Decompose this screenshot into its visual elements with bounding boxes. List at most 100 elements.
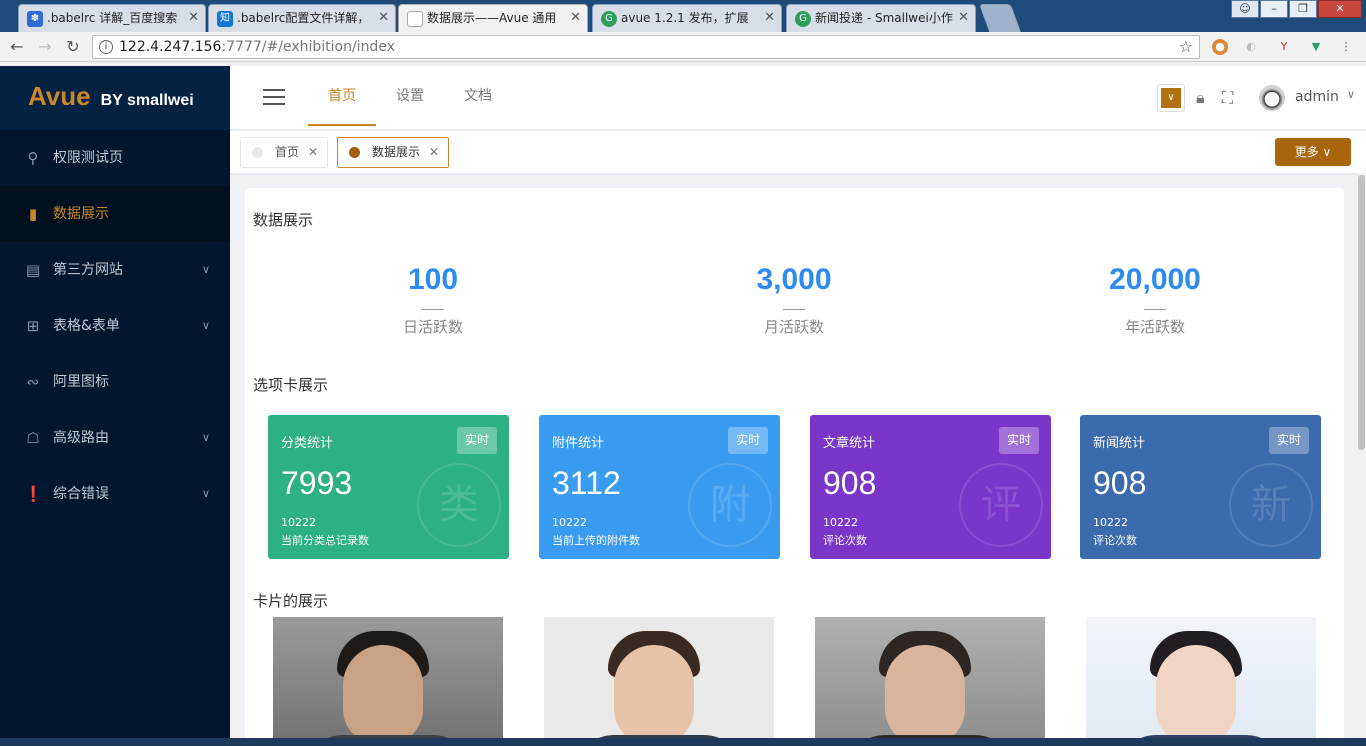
sidebar: Avue BY smallwei ⚲ 权限测试页 ▮ 数据展示 ▤ 第三方网站 ∨… — [0, 66, 230, 746]
theme-picker-button[interactable]: ∨ — [1157, 84, 1185, 112]
chevron-down-icon: ∨ — [201, 487, 210, 500]
maximize-icon[interactable]: ❐ — [1289, 0, 1317, 18]
close-tab-icon[interactable]: ✕ — [958, 5, 969, 31]
watermark-icon: 评 — [959, 463, 1043, 547]
sidebar-item-errors[interactable]: ❗ 综合错误 ∨ — [0, 466, 230, 522]
stat-card-category[interactable]: 分类统计 实时 7993 10222 当前分类总记录数 类 — [268, 415, 509, 559]
top-header: 首页 设置 文档 ∨ 🔒︎ ⛶ admin ∨ — [230, 66, 1366, 130]
browser-tab[interactable]: 知 .babelrc配置文件详解， ✕ — [208, 4, 396, 32]
status-badge: 实时 — [728, 427, 768, 454]
sidebar-item-ali-icons[interactable]: ∾ 阿里图标 — [0, 354, 230, 410]
close-tab-icon[interactable]: ✕ — [378, 5, 389, 31]
oschina-icon: G — [795, 11, 811, 27]
stat-yearly: 20,000 年活跃数 — [1109, 263, 1201, 336]
user-profile-icon[interactable]: ☺ — [1231, 0, 1259, 18]
oschina-icon: G — [601, 11, 617, 27]
browser-tab-strip: ✽ .babelrc 详解_百度搜索 ✕ 知 .babelrc配置文件详解， ✕… — [0, 0, 1366, 33]
browser-tab[interactable]: G 新闻投递 - Smallwei小作 ✕ — [786, 4, 976, 32]
chevron-down-icon: ∨ — [201, 319, 210, 332]
close-icon[interactable]: ✕ — [308, 138, 318, 167]
tags-bar: 首页 ✕ 数据展示 ✕ 更多 ∨ — [230, 131, 1366, 173]
back-icon[interactable]: ← — [6, 37, 28, 57]
tag-data-display[interactable]: 数据展示 ✕ — [337, 137, 450, 168]
status-badge: 实时 — [999, 427, 1039, 454]
tag-home[interactable]: 首页 ✕ — [240, 137, 329, 168]
lock-icon[interactable]: 🔒︎ — [1196, 88, 1205, 108]
yandex-extension-icon[interactable]: Y — [1276, 39, 1292, 55]
nav-tab-settings[interactable]: 设置 — [396, 66, 424, 126]
fullscreen-icon[interactable]: ⛶ — [1222, 88, 1233, 108]
watermark-icon: 附 — [688, 463, 772, 547]
chevron-down-icon: ∨ — [201, 431, 210, 444]
main-content: 数据展示 100 日活跃数 3,000 月活跃数 20,000 年活跃数 选项卡… — [245, 188, 1344, 746]
status-badge: 实时 — [1269, 427, 1309, 454]
window-controls: ☺ – ❐ ✕ — [1230, 0, 1362, 20]
browser-tab[interactable]: G avue 1.2.1 发布，扩展 ✕ — [592, 4, 782, 32]
info-icon[interactable]: i — [99, 40, 113, 54]
error-icon: ❗ — [24, 485, 43, 503]
browser-menu-icon[interactable]: ⋮ — [1338, 39, 1354, 55]
chevron-down-icon: ∨ — [201, 263, 210, 276]
username[interactable]: admin — [1295, 89, 1339, 105]
url-input[interactable]: i 122.4.247.156:7777/#/exhibition/index … — [92, 35, 1200, 59]
menu-toggle-icon[interactable] — [263, 89, 285, 105]
bookmark-star-icon[interactable]: ☆ — [1179, 36, 1193, 58]
profile-photo-card[interactable] — [815, 617, 1045, 746]
close-tab-icon[interactable]: ✕ — [764, 5, 775, 31]
scrollbar-thumb[interactable] — [1358, 175, 1365, 450]
bar-chart-icon: ▮ — [28, 205, 38, 223]
stat-card-attachment[interactable]: 附件统计 实时 3112 10222 当前上传的附件数 附 — [539, 415, 780, 559]
stat-card-news[interactable]: 新闻统计 实时 908 10222 评论次数 新 — [1080, 415, 1321, 559]
page-scrollbar[interactable] — [1357, 173, 1366, 746]
cookie-extension-icon[interactable]: ● — [1212, 39, 1228, 55]
vue-devtools-icon[interactable]: ▼ — [1308, 39, 1324, 55]
os-taskbar — [0, 738, 1366, 746]
section-title: 卡片的展示 — [253, 592, 329, 610]
close-tab-icon[interactable]: ✕ — [570, 5, 581, 31]
chevron-down-icon: ∨ — [1161, 88, 1181, 108]
route-icon: ☖ — [26, 429, 40, 447]
sidebar-item-third-party[interactable]: ▤ 第三方网站 ∨ — [0, 242, 230, 298]
browser-icon: ▤ — [25, 261, 41, 279]
section-title: 数据展示 — [253, 211, 314, 229]
zhihu-icon: 知 — [217, 11, 233, 27]
page-icon — [407, 11, 423, 27]
watermark-icon: 类 — [417, 463, 501, 547]
browser-tab[interactable]: ✽ .babelrc 详解_百度搜索 ✕ — [18, 4, 206, 32]
address-toolbar: ← → ↻ i 122.4.247.156:7777/#/exhibition/… — [0, 32, 1366, 62]
forward-icon[interactable]: → — [34, 37, 56, 57]
avatar[interactable] — [1259, 85, 1285, 111]
chevron-down-icon[interactable]: ∨ — [1347, 88, 1355, 101]
reload-icon[interactable]: ↻ — [62, 37, 84, 57]
tag-dot-icon — [349, 147, 360, 158]
profile-photo-card[interactable] — [544, 617, 774, 746]
logo[interactable]: Avue BY smallwei — [0, 66, 230, 130]
browser-tab-active[interactable]: 数据展示——Avue 通用 ✕ — [398, 4, 588, 33]
nav-tab-docs[interactable]: 文档 — [464, 66, 492, 126]
close-tab-icon[interactable]: ✕ — [188, 5, 199, 31]
table-icon: ⊞ — [26, 317, 40, 335]
stat-card-article[interactable]: 文章统计 实时 908 10222 评论次数 评 — [810, 415, 1051, 559]
close-icon[interactable]: ✕ — [429, 138, 439, 167]
extension-icon[interactable]: ◐ — [1243, 39, 1259, 55]
sidebar-item-table-form[interactable]: ⊞ 表格&表单 ∨ — [0, 298, 230, 354]
stat-monthly: 3,000 月活跃数 — [756, 263, 832, 336]
profile-photo-card[interactable] — [1086, 617, 1316, 746]
sidebar-item-permission-test[interactable]: ⚲ 权限测试页 — [0, 130, 230, 186]
close-window-icon[interactable]: ✕ — [1318, 0, 1362, 18]
sidebar-item-data-display[interactable]: ▮ 数据展示 — [0, 186, 230, 242]
nav-tab-home[interactable]: 首页 — [308, 66, 376, 126]
status-badge: 实时 — [457, 427, 497, 454]
sidebar-item-advanced-routing[interactable]: ☖ 高级路由 ∨ — [0, 410, 230, 466]
section-title: 选项卡展示 — [253, 376, 329, 394]
stat-daily: 100 日活跃数 — [402, 263, 463, 336]
baidu-icon: ✽ — [27, 11, 43, 27]
search-icon: ⚲ — [27, 149, 39, 167]
more-button[interactable]: 更多 ∨ — [1275, 138, 1351, 166]
new-tab-button[interactable] — [978, 4, 1022, 32]
watermark-icon: 新 — [1229, 463, 1313, 547]
profile-photo-card[interactable] — [273, 617, 503, 746]
tag-dot-icon — [252, 147, 263, 158]
link-icon: ∾ — [26, 373, 40, 391]
minimize-icon[interactable]: – — [1260, 0, 1288, 18]
